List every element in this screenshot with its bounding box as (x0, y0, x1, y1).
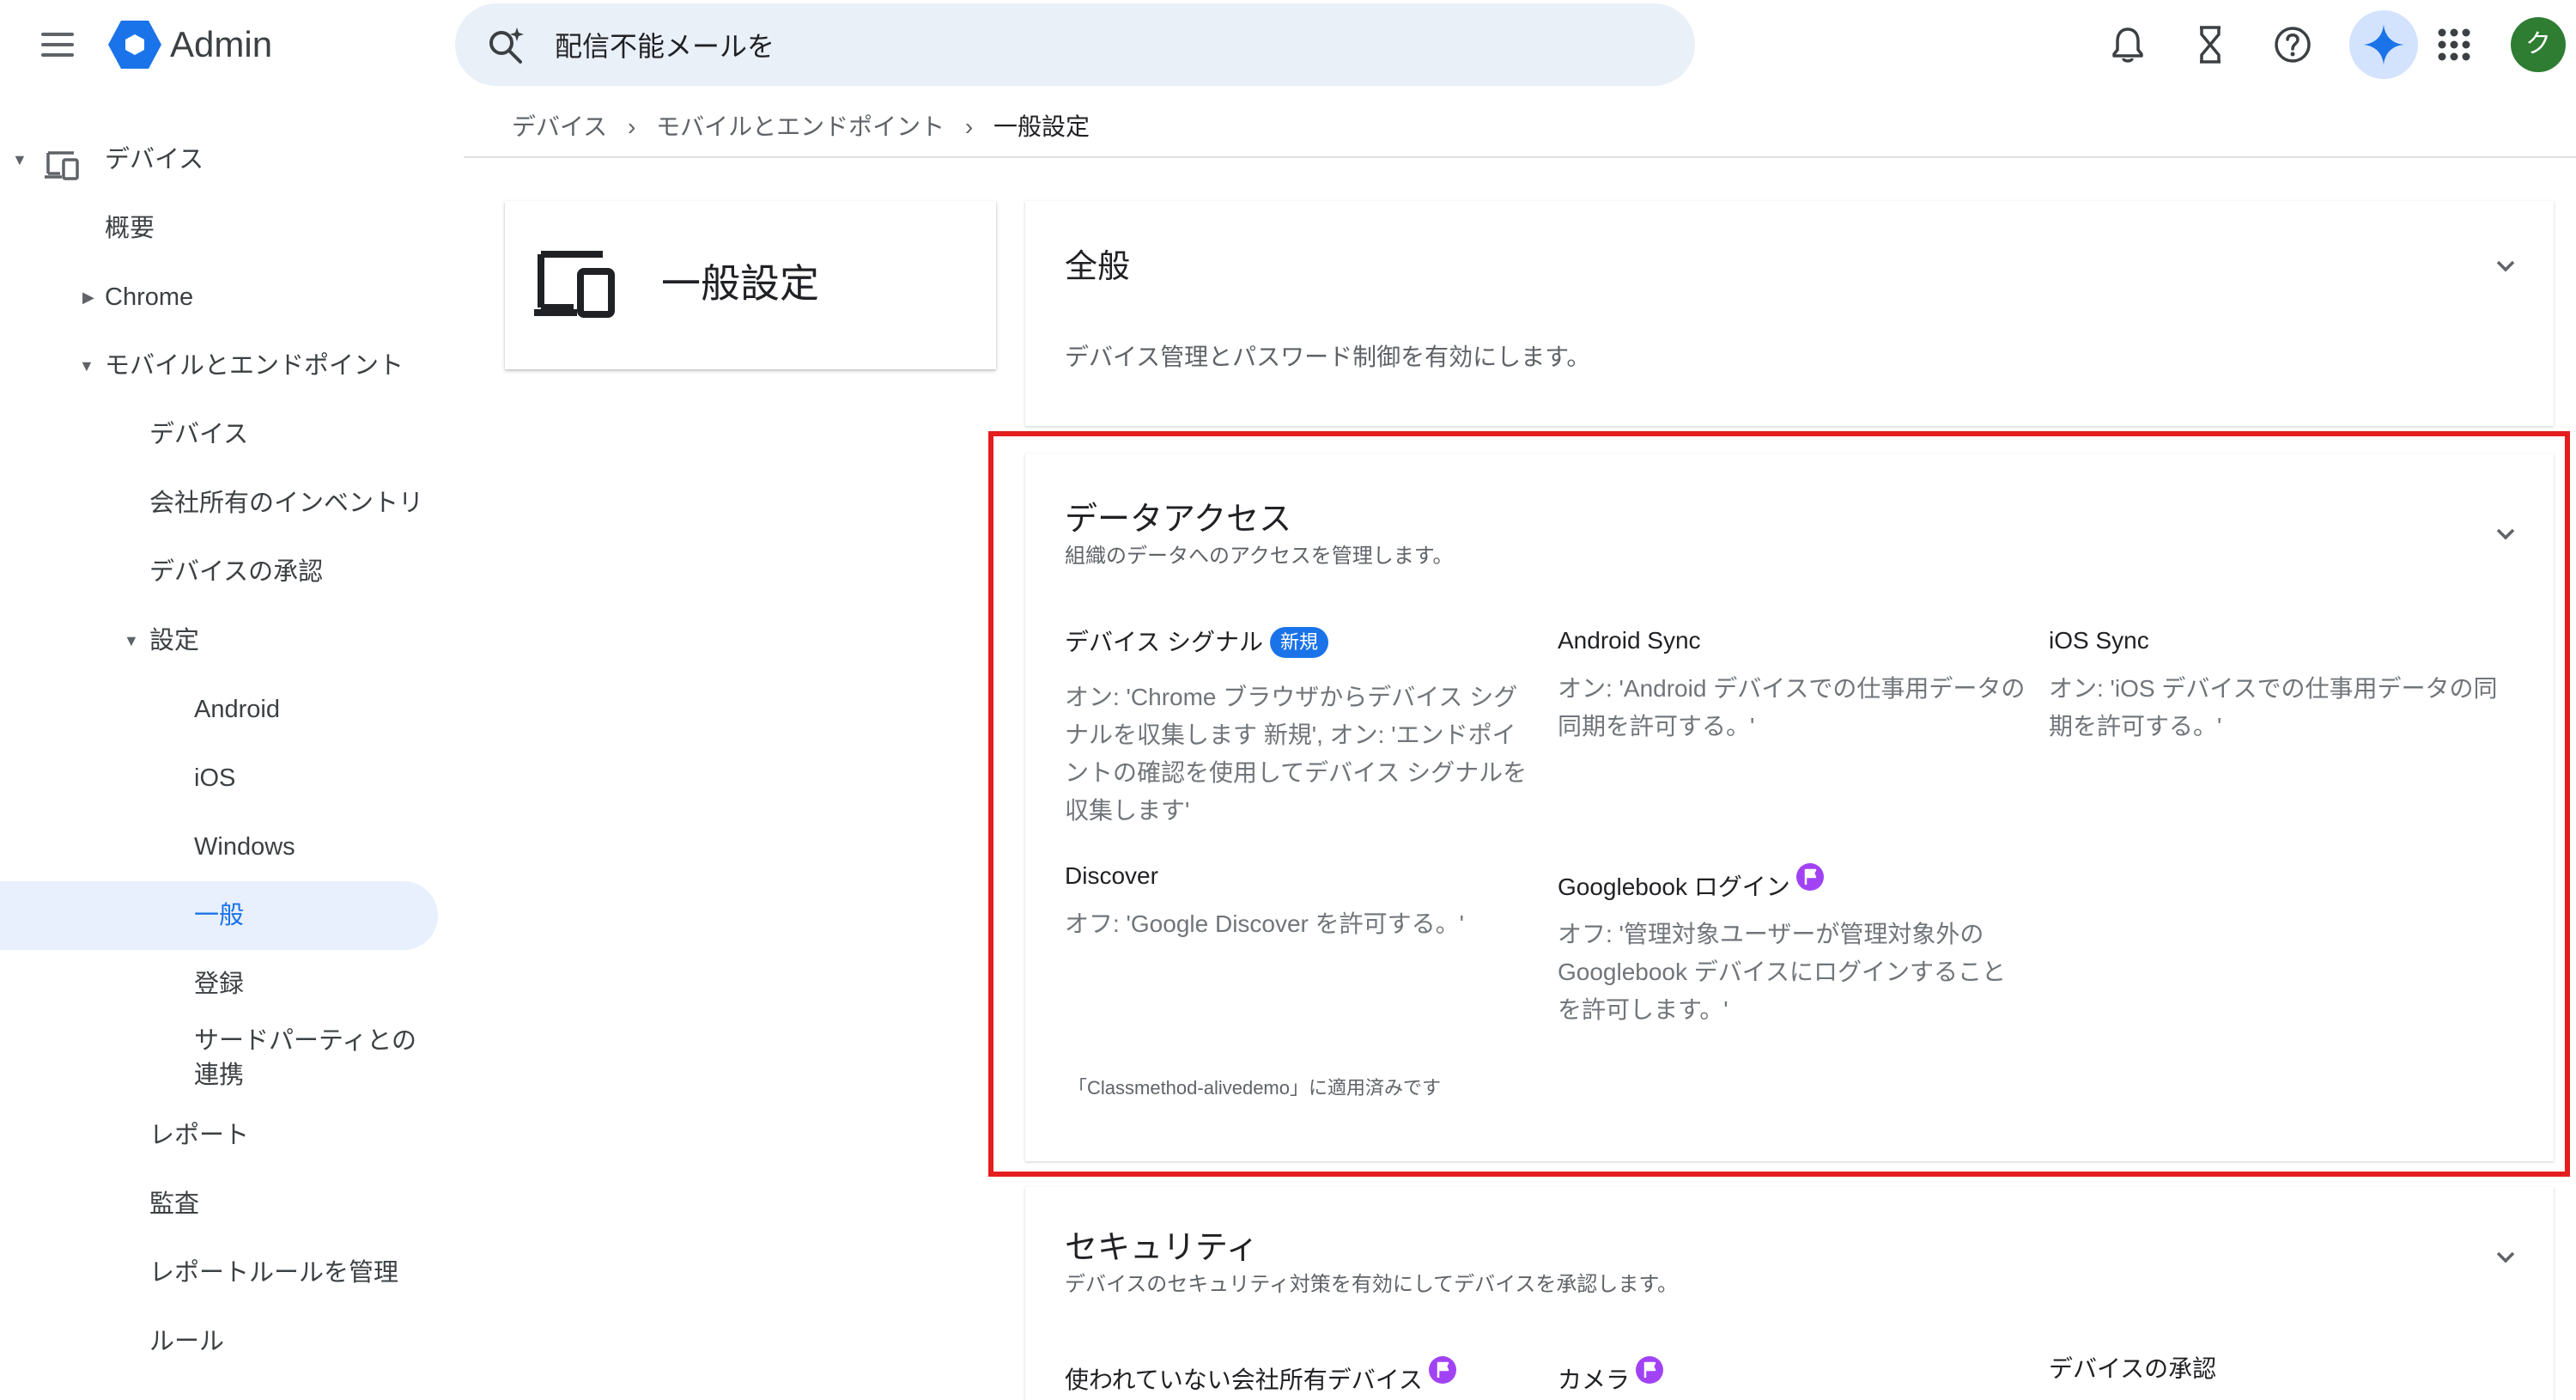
section-title: セキュリティ (1065, 1230, 1259, 1266)
sidebar-item-label: 一般 (194, 902, 245, 929)
avatar[interactable]: ク (2511, 17, 2566, 72)
divider (464, 156, 2576, 158)
sidebar-item-chrome[interactable]: ▶ Chrome (0, 263, 438, 332)
chevron-right-icon: › (964, 113, 974, 140)
breadcrumb: デバイス › モバイルとエンドポイント › 一般設定 (512, 108, 1090, 146)
caret-right-icon: ▶ (82, 289, 94, 306)
section-description: デバイスのセキュリティ対策を有効にしてデバイスを承認します。 (1065, 1273, 1678, 1296)
sidebar-item-label: デバイス (105, 146, 204, 173)
caret-down-icon: ▼ (12, 151, 27, 168)
sidebar-item-label: 監査 (149, 1190, 200, 1218)
caret-down-icon: ▼ (79, 357, 94, 374)
devices-icon (45, 151, 79, 180)
sidebar-item-enrollment[interactable]: 登録 (0, 950, 438, 1019)
sidebar-item-audit[interactable]: 監査 (0, 1170, 438, 1239)
sidebar-item-label: モバイルとエンドポイント (105, 352, 404, 380)
sidebar-item-label: 連携 (194, 1062, 245, 1089)
sidebar-item-ios[interactable]: iOS (0, 744, 438, 813)
sidebar-item-reports[interactable]: レポート (0, 1101, 438, 1170)
sidebar-item-overview[interactable]: 概要 (0, 194, 438, 263)
sidebar-item-label: 概要 (105, 215, 155, 242)
sidebar-item-label: サードパーティとの (194, 1027, 416, 1055)
sidebar-item-devices[interactable]: ▼ デバイス (0, 125, 438, 194)
search-input[interactable] (555, 22, 1585, 67)
sidebar-nav: ▼ デバイス 概要 ▶ Chrome ▼ モバイルとエンドポイント デバイス 会… (0, 120, 464, 1400)
sidebar-item-label: iOS (194, 764, 236, 792)
section-description: デバイス管理とパスワード制御を有効にします。 (1065, 344, 1591, 370)
search-bar[interactable] (455, 3, 1695, 86)
setting-camera[interactable]: カメラ (1558, 1355, 1664, 1397)
breadcrumb-devices[interactable]: デバイス (512, 113, 607, 140)
breadcrumb-current: 一般設定 (993, 113, 1090, 140)
page-title: 一般設定 (661, 261, 819, 306)
sidebar-item-label: レポートルールを管理 (149, 1259, 399, 1287)
sidebar-item-label: レポート (149, 1122, 250, 1149)
devices-icon (534, 251, 615, 318)
sidebar-item-label: 設定 (149, 627, 200, 654)
sidebar-item-manage-report-rules[interactable]: レポートルールを管理 (0, 1239, 438, 1307)
sidebar-item-third-party[interactable]: サードパーティとの 連携 (0, 1019, 438, 1094)
sidebar-item-mobile-devices[interactable]: デバイス (0, 400, 438, 469)
sidebar-item-label: ルール (149, 1328, 225, 1355)
main-menu-button[interactable] (38, 26, 79, 64)
app-title[interactable]: Admin (170, 21, 272, 69)
sidebar-item-rules[interactable]: ルール (0, 1307, 438, 1376)
sidebar-item-mobile-endpoints[interactable]: ▼ モバイルとエンドポイント (0, 332, 438, 400)
sidebar-item-label: デバイスの承認 (149, 558, 324, 586)
flag-icon (1636, 1356, 1664, 1384)
caret-down-icon: ▼ (124, 632, 139, 649)
top-bar: Admin ク (0, 0, 2576, 89)
sidebar-item-general[interactable]: 一般 (0, 881, 438, 950)
setting-title: 使われていない会社所有デバイス (1065, 1367, 1423, 1393)
sidebar-item-company-inventory[interactable]: 会社所有のインベントリ (0, 469, 438, 538)
gemini-button[interactable] (2349, 10, 2418, 79)
bell-icon[interactable] (2105, 22, 2150, 67)
gemini-icon (2363, 24, 2404, 65)
setting-device-approval[interactable]: デバイスの承認 (2049, 1352, 2216, 1386)
help-icon[interactable] (2270, 22, 2315, 67)
sidebar-item-label: デバイス (149, 421, 249, 448)
chevron-right-icon: › (627, 113, 636, 140)
section-general[interactable]: 全般 デバイス管理とパスワード制御を有効にします。 (1025, 201, 2554, 426)
page-title-card: 一般設定 (505, 201, 996, 369)
chevron-down-icon[interactable] (2492, 1244, 2519, 1271)
chevron-down-icon[interactable] (2492, 253, 2519, 280)
sidebar-item-windows[interactable]: Windows (0, 813, 438, 881)
sidebar-item-android[interactable]: Android (0, 675, 438, 744)
breadcrumb-mobile-endpoints[interactable]: モバイルとエンドポイント (656, 113, 945, 140)
search-sparkle-icon (489, 27, 524, 64)
flag-icon (1428, 1356, 1456, 1384)
hourglass-icon[interactable] (2188, 22, 2233, 67)
highlight-frame (988, 431, 2570, 1177)
sidebar-item-settings[interactable]: ▼ 設定 (0, 606, 438, 675)
setting-title: カメラ (1558, 1367, 1631, 1393)
apps-grid-icon[interactable] (2432, 22, 2476, 67)
sidebar-item-device-approval[interactable]: デバイスの承認 (0, 538, 438, 606)
sidebar-item-label: 登録 (194, 971, 245, 998)
section-security[interactable]: セキュリティ デバイスのセキュリティ対策を有効にしてデバイスを承認します。 使わ… (1025, 1187, 2554, 1400)
sidebar-item-label: Chrome (105, 283, 194, 311)
setting-unused-devices[interactable]: 使われていない会社所有デバイス (1065, 1355, 1457, 1397)
sidebar-item-label: Android (194, 696, 280, 723)
sidebar-item-label: 会社所有のインベントリ (149, 490, 424, 517)
sidebar-item-label: Windows (194, 833, 295, 861)
admin-logo[interactable] (106, 17, 163, 72)
section-title: 全般 (1065, 249, 1131, 285)
